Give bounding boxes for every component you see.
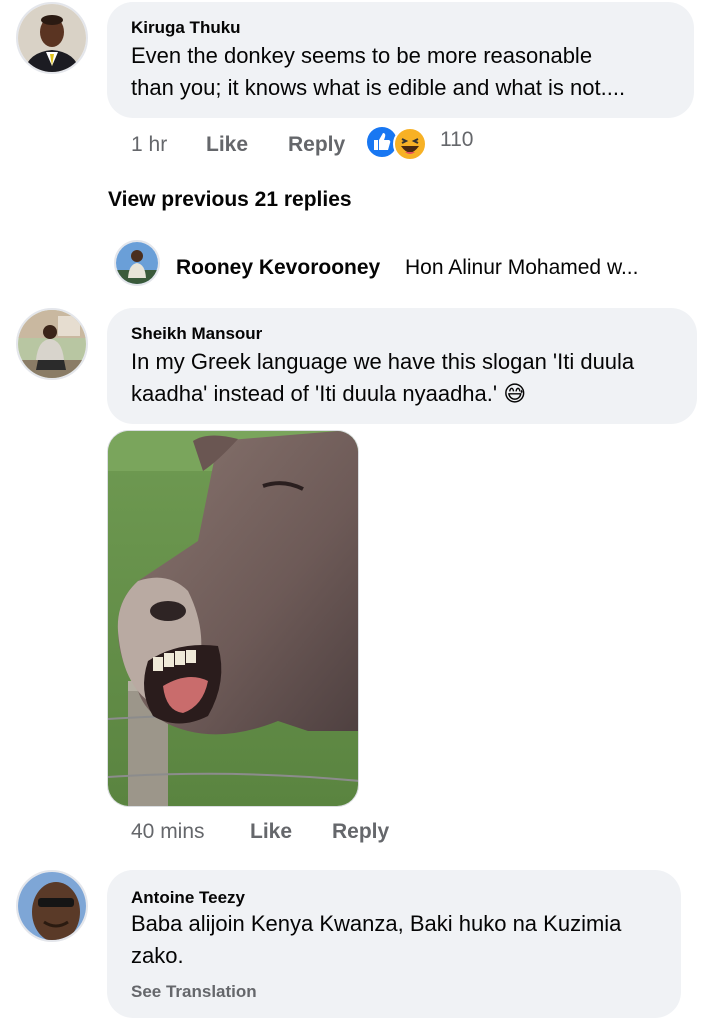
grinning-sweat-emoji: 😅 xyxy=(503,382,527,407)
laughing-face-icon xyxy=(393,127,427,166)
reply-button[interactable]: Reply xyxy=(288,133,345,157)
avatar-sheikh-mansour[interactable] xyxy=(16,308,88,380)
reactions-summary[interactable]: 110 xyxy=(365,125,485,161)
comment-text-line: Even the donkey seems to be more reasona… xyxy=(131,43,593,68)
comment-text-line: Baba alijoin Kenya Kwanza, Baki huko na … xyxy=(131,911,622,936)
laughing-donkey-photo xyxy=(108,431,358,806)
comment-text-line: In my Greek language we have this slogan… xyxy=(131,349,635,374)
avatar-kiruga-thuku[interactable] xyxy=(16,2,88,74)
reply-preview-author[interactable]: Rooney Kevorooney xyxy=(176,256,380,280)
comment-text-line: zako. xyxy=(131,943,184,968)
comment-text-line: kaadha' instead of 'Iti duula nyaadha.' … xyxy=(131,378,526,411)
like-button[interactable]: Like xyxy=(250,820,292,844)
avatar-rooney-kevorooney[interactable] xyxy=(114,240,160,286)
view-previous-replies-link[interactable]: View previous 21 replies xyxy=(108,188,352,212)
avatar-antoine-teezy[interactable] xyxy=(16,870,88,942)
comment-author[interactable]: Sheikh Mansour xyxy=(131,324,262,344)
see-translation-link[interactable]: See Translation xyxy=(131,982,257,1002)
reply-preview-text[interactable]: Hon Alinur Mohamed w... xyxy=(405,256,638,280)
comment-attachment-image[interactable] xyxy=(107,430,359,807)
reply-button[interactable]: Reply xyxy=(332,820,389,844)
reaction-count: 110 xyxy=(440,128,474,151)
comment-timestamp[interactable]: 1 hr xyxy=(131,133,167,157)
comment-text: kaadha' instead of 'Iti duula nyaadha.' xyxy=(131,381,498,406)
comment-timestamp[interactable]: 40 mins xyxy=(131,820,205,844)
comment-author[interactable]: Antoine Teezy xyxy=(131,888,245,908)
like-button[interactable]: Like xyxy=(206,133,248,157)
comment-text-line: than you; it knows what is edible and wh… xyxy=(131,75,626,100)
comment-author[interactable]: Kiruga Thuku xyxy=(131,18,241,38)
